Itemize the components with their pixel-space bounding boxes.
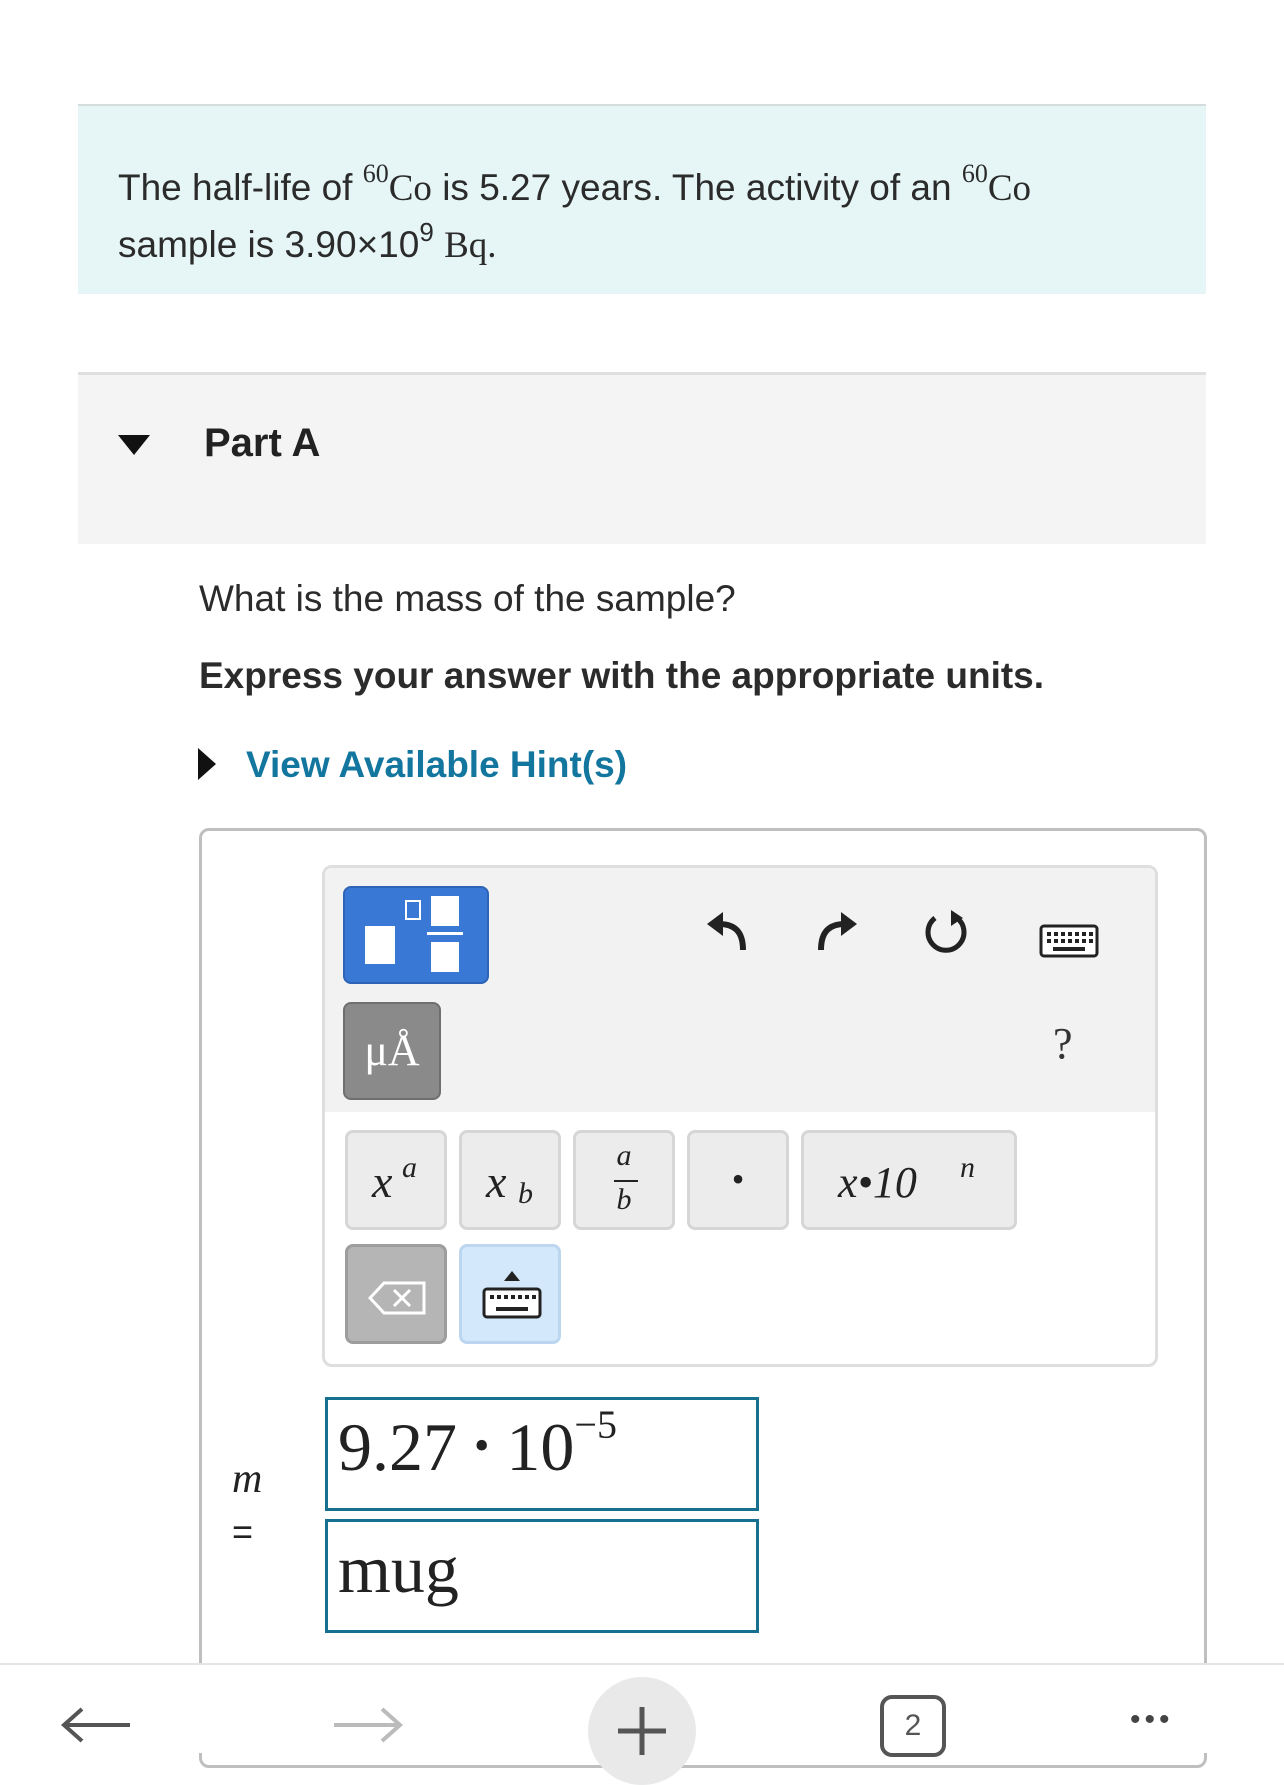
reset-icon[interactable] (921, 908, 971, 958)
superscript-key[interactable]: x a (345, 1130, 447, 1230)
templates-button[interactable] (343, 886, 489, 984)
element-symbol: Co (388, 168, 432, 209)
redo-icon[interactable] (811, 908, 861, 958)
isotope-mass: 60 (362, 159, 389, 188)
value-base: 10 (506, 1409, 575, 1485)
isotope-mass-2: 60 (961, 159, 988, 188)
back-arrow-icon[interactable] (60, 1705, 132, 1745)
show-keyboard-key[interactable] (459, 1244, 561, 1344)
dot-key[interactable]: • (687, 1130, 789, 1230)
activity-unit: Bq (444, 225, 488, 266)
view-hints-link[interactable]: View Available Hint(s) (246, 744, 627, 786)
fraction-bottom-icon (431, 942, 459, 972)
fraction-line-icon (427, 932, 463, 935)
equals-sign: = (232, 1511, 254, 1552)
variable-label: m (232, 1456, 263, 1502)
part-title: Part A (204, 421, 321, 465)
answer-panel: μÅ ? x a x b a b • x•10 n m = 9.27 • 10−… (199, 828, 1207, 1768)
problem-text-3: sample is 3.90×10 (118, 224, 420, 265)
part-a-header[interactable]: Part A (78, 372, 1206, 544)
units-button[interactable]: μÅ (343, 1002, 441, 1100)
problem-statement: The half-life of 60Co is 5.27 years. The… (78, 104, 1206, 294)
fraction-top-icon (431, 896, 459, 926)
problem-text-2: is 5.27 years. The activity of an (431, 167, 962, 208)
unit-value: mug (338, 1531, 459, 1607)
backspace-icon (368, 1281, 426, 1315)
browser-bottom-bar: 2 ••• (0, 1663, 1284, 1785)
value-exponent: −5 (574, 1402, 617, 1447)
activity-exponent: 9 (419, 217, 434, 247)
template-square-icon (365, 926, 395, 964)
value-mantissa: 9.27 (338, 1409, 457, 1485)
menu-button[interactable]: ••• (1130, 1703, 1174, 1737)
keyboard-toggle-icon (482, 1271, 542, 1319)
tab-count-button[interactable]: 2 (880, 1695, 946, 1757)
element-symbol-2: Co (987, 168, 1032, 209)
collapse-caret-icon[interactable] (118, 435, 150, 455)
answer-unit-input[interactable]: mug (325, 1519, 759, 1633)
subscript-key[interactable]: x b (459, 1130, 561, 1230)
fraction-key[interactable]: a b (573, 1130, 675, 1230)
instruction-text: Express your answer with the appropriate… (199, 655, 1045, 696)
new-tab-button[interactable] (588, 1677, 696, 1785)
answer-value-input[interactable]: 9.27 • 10−5 (325, 1397, 759, 1511)
forward-arrow-icon (334, 1707, 404, 1743)
help-button[interactable]: ? (1053, 1018, 1073, 1069)
template-small-square-icon (405, 900, 421, 920)
expand-caret-icon[interactable] (198, 748, 216, 780)
value-dot: • (474, 1421, 490, 1470)
keyboard-icon[interactable] (1039, 924, 1099, 958)
fraction-bar-icon (614, 1180, 638, 1182)
math-toolbar: μÅ ? x a x b a b • x•10 n (322, 865, 1158, 1367)
undo-icon[interactable] (703, 908, 753, 958)
problem-period: . (487, 225, 497, 266)
question-text: What is the mass of the sample? (199, 578, 736, 619)
backspace-key[interactable] (345, 1244, 447, 1344)
problem-text-1: The half-life of (118, 167, 363, 208)
scientific-notation-key[interactable]: x•10 n (801, 1130, 1017, 1230)
